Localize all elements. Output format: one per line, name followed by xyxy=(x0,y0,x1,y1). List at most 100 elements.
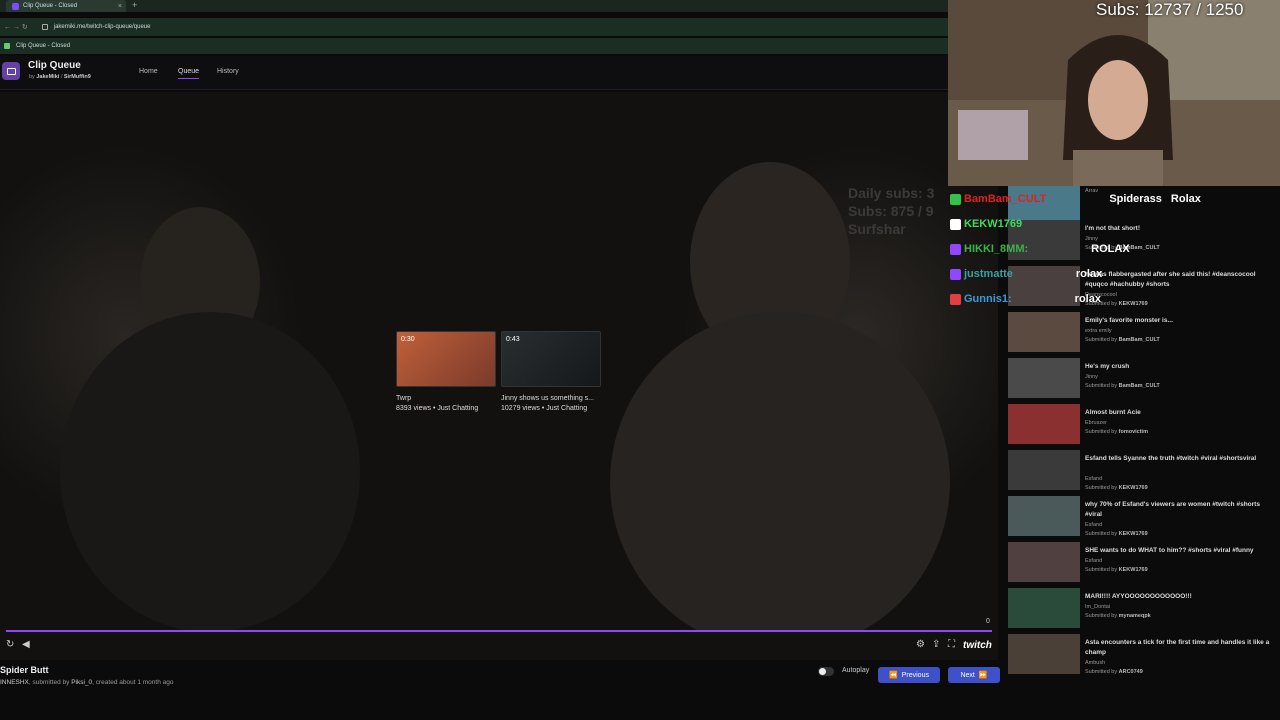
queue-item[interactable]: MARI!!!! AYYOOOOOOOOOOOO!!! Im_Dontai Subm… xyxy=(1000,588,1280,632)
chat-text: Rolax xyxy=(1170,193,1201,205)
queue-item-channel: Im_Dontai xyxy=(1085,604,1111,610)
clip-duration: 0:43 xyxy=(506,336,520,343)
submitter-name[interactable]: BamBam_CULT xyxy=(1119,383,1160,389)
previous-button[interactable]: ⏪ Previous xyxy=(878,667,940,683)
clip-duration: 0:30 xyxy=(401,336,415,343)
back-forward-reload-icon[interactable]: ← → ↻ xyxy=(4,23,28,31)
tab-favicon-icon xyxy=(12,2,19,10)
submitter-name[interactable]: BamBam_CULT xyxy=(1119,337,1160,343)
app-authors: by JakeMiki / SirMuffin9 xyxy=(29,74,91,80)
share-icon[interactable]: ⇪ xyxy=(932,639,940,650)
twitch-logo[interactable]: twitch xyxy=(963,640,992,651)
submitter-name[interactable]: mynameqpk xyxy=(1119,613,1151,619)
submitted-by-label: Submitted by xyxy=(1085,337,1118,343)
autoplay-label: Autoplay xyxy=(842,667,870,674)
next-icon: ⏩ xyxy=(978,672,988,679)
site-info-icon[interactable] xyxy=(41,24,48,30)
related-clip-caption[interactable]: Twrp 8393 views • Just Chatting xyxy=(396,394,478,414)
submitter-name[interactable]: KEKW1769 xyxy=(1119,485,1148,491)
chat-username[interactable]: BamBam_CULT xyxy=(964,193,1046,205)
stream-watermark: Daily subs: 3 Subs: 875 / 9 Surfshar xyxy=(848,184,934,238)
volume-icon[interactable]: ◀ xyxy=(22,639,30,650)
stream-chat-overlay: BamBam_CULT Spiderass Rolax KEKW1769 HIKKI_8… xyxy=(948,188,1208,318)
watermark-line: Surfshar xyxy=(848,221,906,237)
author-separator: / xyxy=(60,74,63,80)
player-counter: 0 xyxy=(986,618,990,625)
queue-item[interactable]: He's my crush Jinny Submitted by BamBam_CU… xyxy=(1000,358,1280,402)
author-link-2[interactable]: SirMuffin9 xyxy=(64,74,91,80)
tv-logo-icon[interactable] xyxy=(2,62,20,80)
queue-item[interactable]: Asta encounters a tick for the first tim… xyxy=(1000,634,1280,678)
next-button[interactable]: Next ⏩ xyxy=(948,667,1000,683)
queue-item-submitter: Submitted by BamBam_CULT xyxy=(1085,337,1160,343)
related-clip-caption[interactable]: Jinny shows us something s... 10279 view… xyxy=(501,394,594,414)
chat-badge-icon xyxy=(950,243,961,255)
clip-channel-link[interactable]: INNESHX xyxy=(0,679,29,686)
related-clip-meta: 8393 views • Just Chatting xyxy=(396,405,479,412)
queue-item-thumbnail[interactable] xyxy=(1008,588,1080,628)
related-clip-thumb[interactable]: 0:30 xyxy=(396,331,496,387)
chat-username[interactable]: justmatte xyxy=(964,268,1013,280)
queue-item-title: MARI!!!! AYYOOOOOOOOOOOO!!! xyxy=(1085,593,1192,600)
tab-close-icon[interactable]: × xyxy=(118,3,122,10)
submitter-name[interactable]: ARC0749 xyxy=(1119,669,1143,675)
clip-title: Spider Butt xyxy=(0,665,49,675)
created-label: , created about 1 month ago xyxy=(92,679,174,686)
queue-item-submitter: Submitted by fomovictim xyxy=(1085,429,1148,435)
screen: Clip Queue - Closed × + ← → ↻ jakemiki.m… xyxy=(0,0,1280,720)
chat-username[interactable]: Gunnis1: xyxy=(964,293,1012,305)
chat-message: justmatte rolax xyxy=(950,263,1111,285)
webcam-image xyxy=(948,0,1280,186)
new-tab-button[interactable]: + xyxy=(132,0,137,10)
submitter-name[interactable]: KEKW1769 xyxy=(1119,531,1148,537)
submitted-by-label: Submitted by xyxy=(1085,383,1118,389)
author-link-1[interactable]: JakeMiki xyxy=(36,74,59,80)
queue-item-thumbnail[interactable] xyxy=(1008,404,1080,444)
related-clip-title: Twrp xyxy=(396,395,412,402)
replay-icon[interactable]: ↻ xyxy=(6,639,14,650)
queue-item-thumbnail[interactable] xyxy=(1008,634,1080,674)
queue-item-submitter: Submitted by KEKW1769 xyxy=(1085,531,1148,537)
related-clip-thumb[interactable]: 0:43 xyxy=(501,331,601,387)
chat-username[interactable]: KEKW1769 xyxy=(964,218,1022,230)
submitted-by-label: Submitted by xyxy=(1085,531,1118,537)
settings-icon[interactable]: ⚙ xyxy=(916,639,925,650)
queue-item[interactable]: Almost burnt Acie Ebruszer Submitted by fo… xyxy=(1000,404,1280,448)
queue-item-thumbnail[interactable] xyxy=(1008,496,1080,536)
submitter-link[interactable]: Piksi_0 xyxy=(71,679,92,686)
queue-item[interactable]: SHE wants to do WHAT to him?? #shorts #v… xyxy=(1000,542,1280,586)
submitted-by-label: Submitted by xyxy=(1085,613,1118,619)
nav-home[interactable]: Home xyxy=(139,68,158,75)
url-input[interactable]: jakemiki.me/twitch-clip-queue/queue xyxy=(54,24,151,30)
chat-message: KEKW1769 xyxy=(950,213,1094,235)
submitter-name[interactable]: fomovictim xyxy=(1119,429,1148,435)
queue-item[interactable]: why 70% of Esfand's viewers are women #t… xyxy=(1000,496,1280,540)
queue-item-thumbnail[interactable] xyxy=(1008,358,1080,398)
queue-item-channel: Jinny xyxy=(1085,374,1098,380)
queue-item-thumbnail[interactable] xyxy=(1008,542,1080,582)
submitter-name[interactable]: KEKW1769 xyxy=(1119,567,1148,573)
chat-message: BamBam_CULT Spiderass Rolax xyxy=(950,188,1201,210)
chat-username[interactable]: HIKKI_8MM: xyxy=(964,243,1028,255)
video-player[interactable]: Daily subs: 3 Subs: 875 / 9 Surfshar xyxy=(0,92,998,660)
nav-history[interactable]: History xyxy=(217,68,239,75)
progress-bar[interactable] xyxy=(6,630,992,632)
queue-item[interactable]: Esfand tells Syanne the truth #twitch #v… xyxy=(1000,450,1280,494)
queue-item-thumbnail[interactable] xyxy=(1008,450,1080,490)
queue-item-thumbnail[interactable] xyxy=(1008,312,1080,352)
bookmark-item[interactable]: Clip Queue - Closed xyxy=(16,43,70,49)
queue-item-channel: Ambush xyxy=(1085,660,1106,666)
queue-item[interactable]: Emily's favorite monster is... extra emil… xyxy=(1000,312,1280,356)
fullscreen-icon[interactable]: ⛶ xyxy=(948,639,955,650)
queue-item-title: Almost burnt Acie xyxy=(1085,409,1141,416)
app-title: Clip Queue xyxy=(28,60,81,71)
chat-badge-icon xyxy=(950,293,961,305)
previous-label: Previous xyxy=(901,671,929,679)
video-frame xyxy=(0,92,998,632)
browser-tab[interactable]: Clip Queue - Closed × xyxy=(6,0,126,12)
address-bar: ← → ↻ jakemiki.me/twitch-clip-queue/queu… xyxy=(0,18,948,36)
app-header: Clip Queue by JakeMiki / SirMuffin9 Home… xyxy=(0,56,948,90)
autoplay-toggle[interactable] xyxy=(818,667,834,676)
nav-queue[interactable]: Queue xyxy=(178,68,200,79)
clip-meta: INNESHX, submitted by Piksi_0, created a… xyxy=(0,679,173,686)
